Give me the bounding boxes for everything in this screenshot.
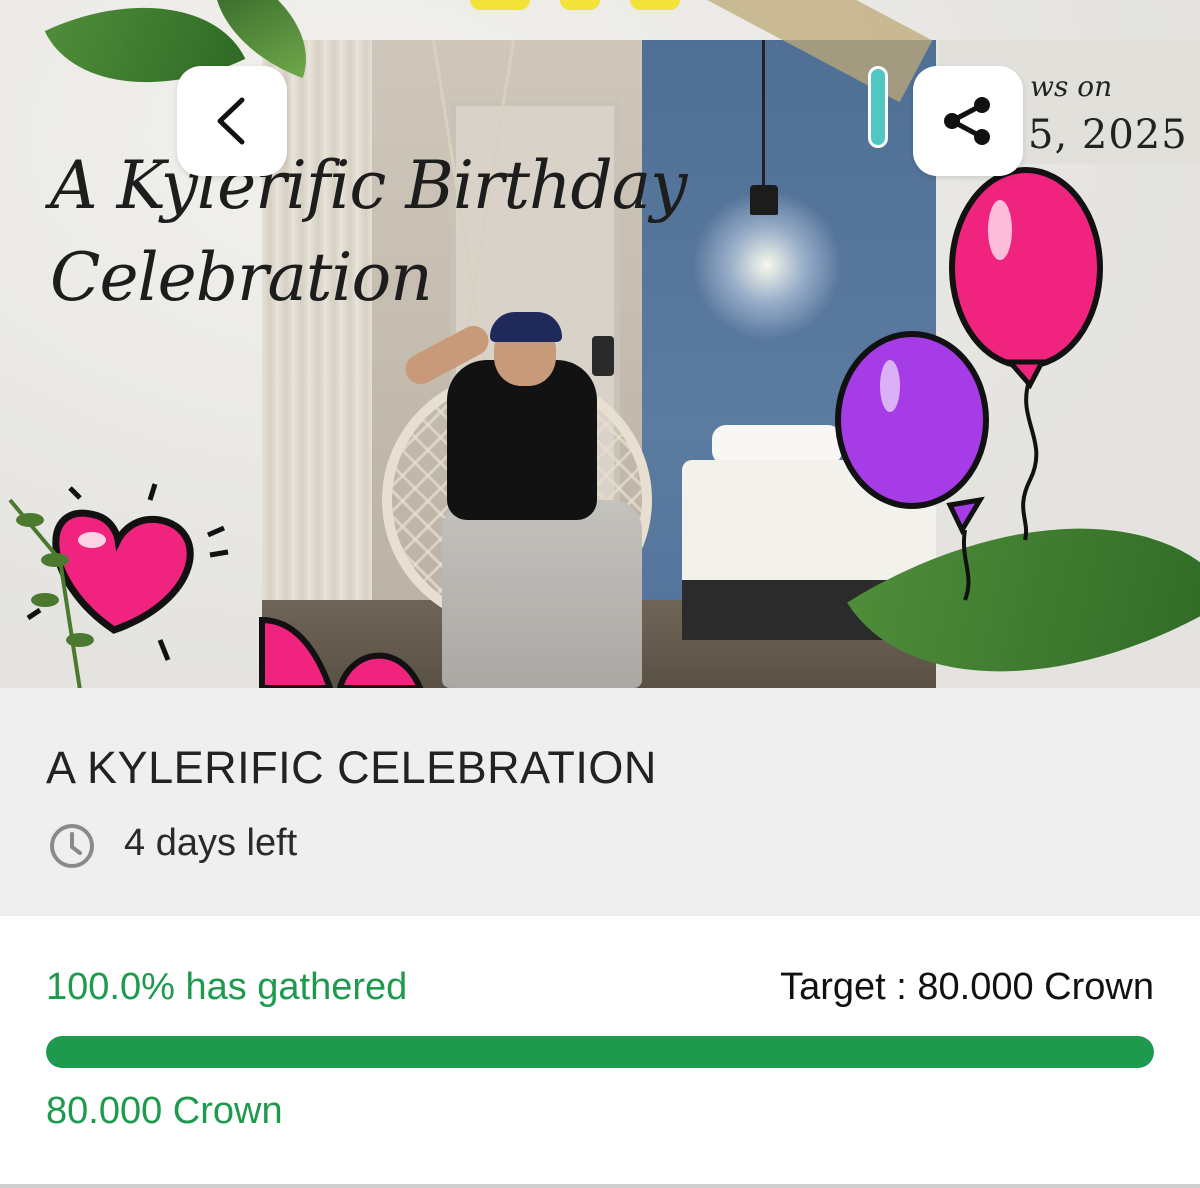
event-banner: ws on 5, 2025 A Kylerific Birthday Celeb… <box>0 0 1200 688</box>
event-title: A KYLERIFIC CELEBRATION <box>46 742 657 793</box>
bottom-divider <box>0 1184 1200 1188</box>
gathered-percentage: 100.0% has gathered <box>46 966 408 1008</box>
event-info-panel <box>0 688 1200 916</box>
target-amount: Target : 80.000 Crown <box>780 966 1154 1008</box>
back-button[interactable] <box>177 66 287 176</box>
progress-bar-fill <box>46 1036 1154 1068</box>
chevron-left-icon <box>217 97 245 145</box>
gathered-amount: 80.000 Crown <box>46 1090 283 1132</box>
share-icon <box>944 97 990 145</box>
clock-icon <box>50 824 94 868</box>
days-left-text: 4 days left <box>124 822 298 864</box>
share-button[interactable] <box>913 66 1023 176</box>
progress-bar <box>46 1036 1154 1068</box>
scroll-indicator <box>868 66 888 148</box>
